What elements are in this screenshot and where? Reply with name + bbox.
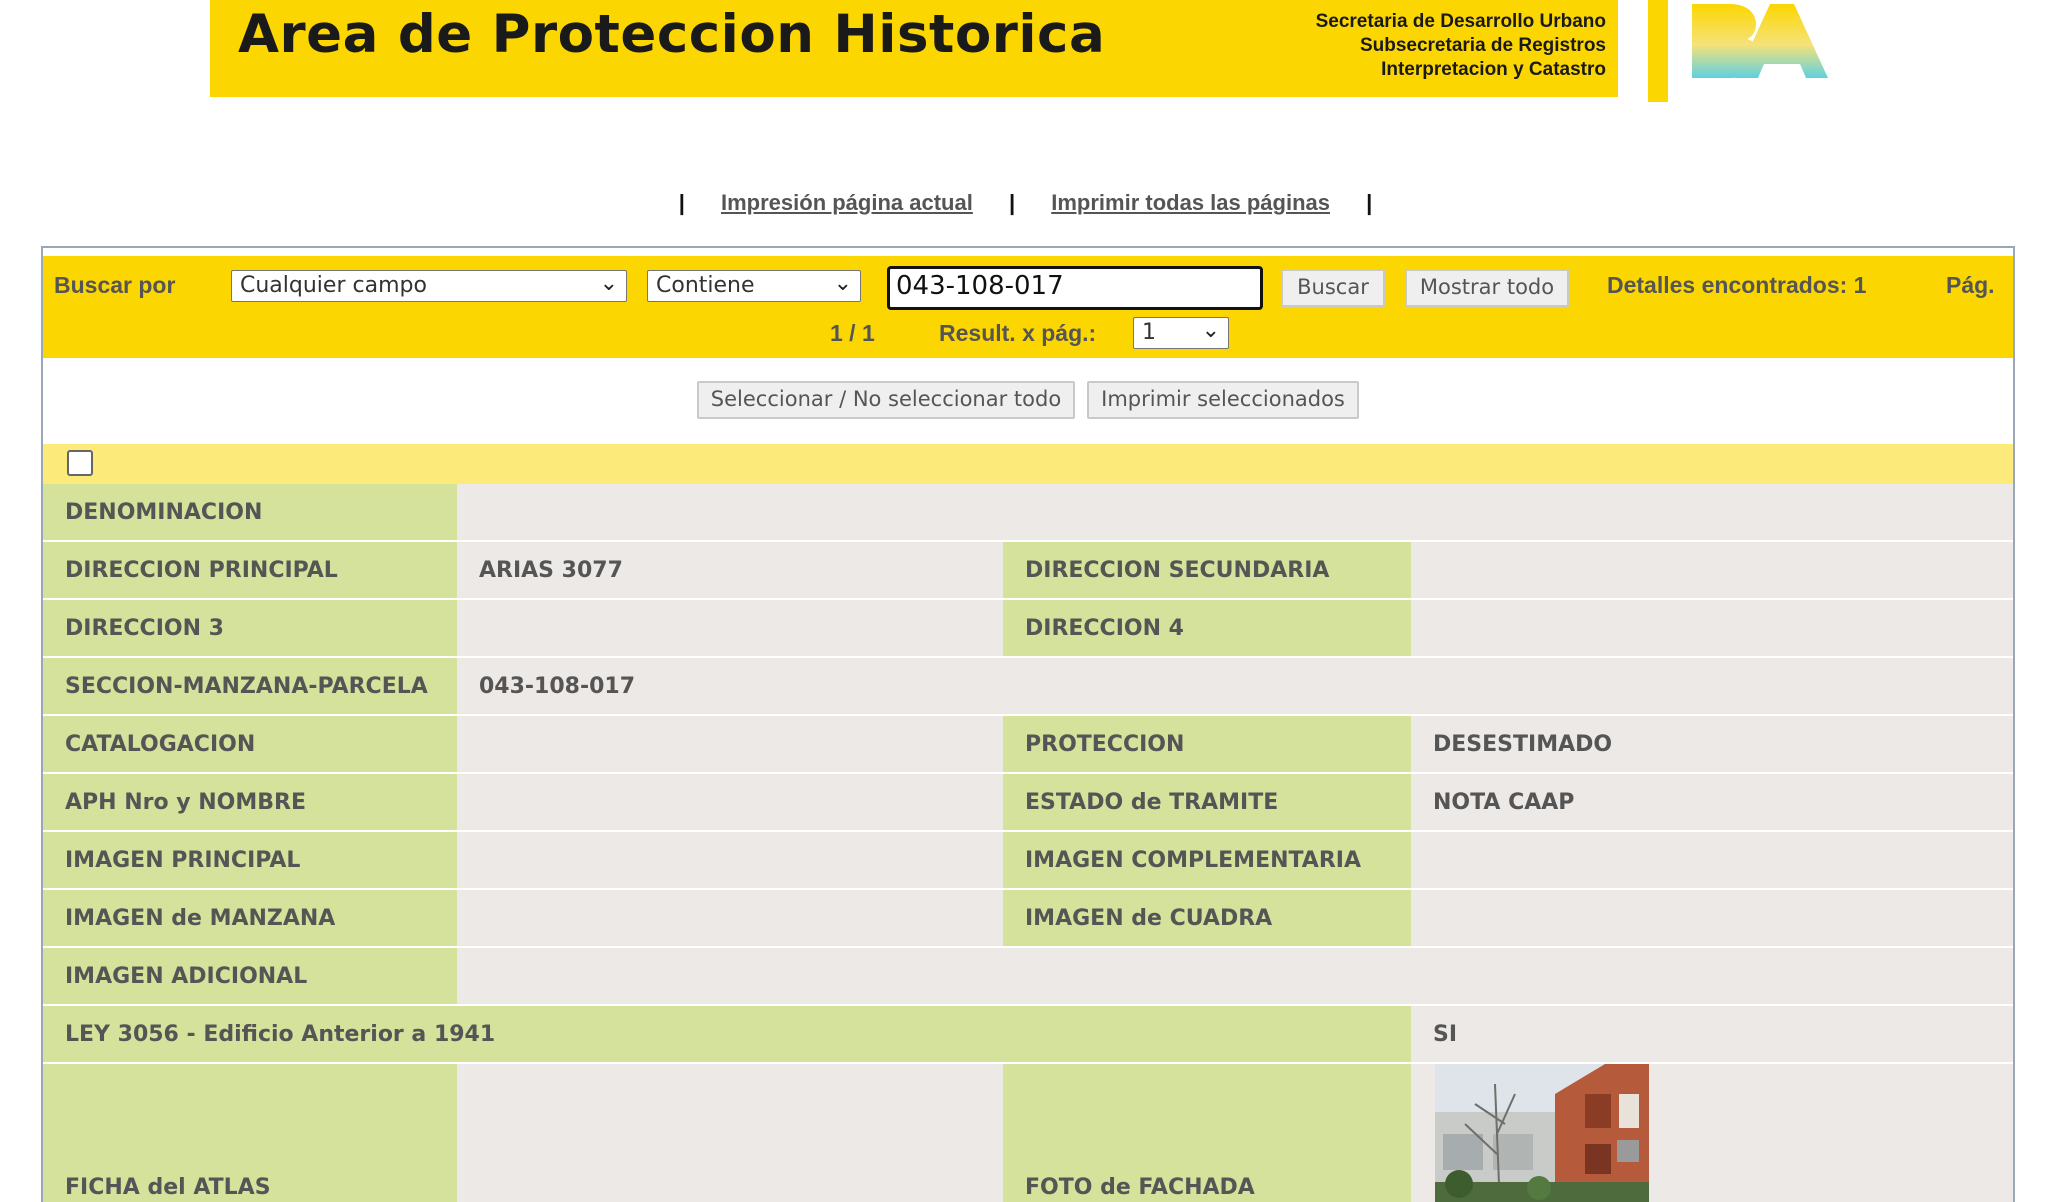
ficha-atlas-label: FICHA del ATLAS (43, 1064, 457, 1202)
per-page-select[interactable]: 1 ⌄ (1133, 317, 1229, 349)
ba-logo (1692, 4, 1828, 78)
catalogacion-label: CATALOGACION (43, 716, 457, 772)
smp-label: SECCION-MANZANA-PARCELA (43, 658, 457, 714)
direccion-principal-value: ARIAS 3077 (457, 542, 1003, 598)
direccion-3-label: DIRECCION 3 (43, 600, 457, 656)
proteccion-label: PROTECCION (1003, 716, 1411, 772)
ley-3056-label: LEY 3056 - Edificio Anterior a 1941 (43, 1006, 1411, 1062)
operator-select-value: Contiene (656, 273, 755, 298)
chevron-down-icon: ⌄ (1201, 318, 1220, 343)
search-by-label: Buscar por (54, 272, 176, 298)
direccion-3-value (457, 600, 1003, 656)
imagen-complementaria-value (1411, 832, 2013, 888)
aph-label: APH Nro y NOMBRE (43, 774, 457, 830)
imagen-cuadra-value (1411, 890, 2013, 946)
direccion-principal-label: DIRECCION PRINCIPAL (43, 542, 457, 598)
print-all-pages-link[interactable]: Imprimir todas las páginas (1051, 190, 1330, 215)
subtitle-line-1: Secretaria de Desarrollo Urbano (1315, 11, 1606, 32)
print-selected-button[interactable]: Imprimir seleccionados (1087, 381, 1359, 419)
search-bar: Buscar por Cualquier campo ⌄ Contiene ⌄ … (43, 256, 2013, 358)
direccion-4-label: DIRECCION 4 (1003, 600, 1411, 656)
link-separator: | (678, 190, 685, 215)
direccion-secundaria-label: DIRECCION SECUNDARIA (1003, 542, 1411, 598)
field-select-value: Cualquier campo (240, 273, 427, 298)
ficha-atlas-value (457, 1064, 1003, 1202)
imagen-principal-label: IMAGEN PRINCIPAL (43, 832, 457, 888)
record-header-row (43, 444, 2013, 484)
operator-select[interactable]: Contiene ⌄ (647, 270, 861, 302)
imagen-complementaria-label: IMAGEN COMPLEMENTARIA (1003, 832, 1411, 888)
search-input[interactable]: 043-108-017 (887, 266, 1263, 310)
imagen-cuadra-label: IMAGEN de CUADRA (1003, 890, 1411, 946)
estado-tramite-label: ESTADO de TRAMITE (1003, 774, 1411, 830)
logo-divider (1648, 0, 1668, 102)
subtitle-line-2: Subsecretaria de Registros (1359, 35, 1606, 56)
imagen-principal-value (457, 832, 1003, 888)
denominacion-label: DENOMINACION (43, 484, 457, 540)
proteccion-value: DESESTIMADO (1411, 716, 2013, 772)
page-title: Area de Proteccion Historica (238, 4, 1106, 65)
header-banner: Area de Proteccion Historica Secretaria … (210, 0, 1618, 97)
denominacion-value (457, 484, 2013, 540)
results-panel: Buscar por Cualquier campo ⌄ Contiene ⌄ … (41, 246, 2015, 1202)
per-page-label: Result. x pág.: (939, 320, 1097, 346)
chevron-down-icon: ⌄ (599, 271, 618, 296)
header-subtitle: Secretaria de Desarrollo Urbano Subsecre… (1316, 10, 1606, 82)
aph-value (457, 774, 1003, 830)
select-all-button[interactable]: Seleccionar / No seleccionar todo (697, 381, 1075, 419)
chevron-down-icon: ⌄ (833, 271, 852, 296)
facade-photo-thumbnail[interactable] (1435, 1064, 1649, 1202)
imagen-manzana-label: IMAGEN de MANZANA (43, 890, 457, 946)
found-count: Detalles encontrados: 1 (1607, 272, 1867, 298)
page-label: Pág. (1946, 272, 1995, 298)
ley-3056-value: SI (1411, 1006, 2013, 1062)
per-page-value: 1 (1142, 320, 1156, 345)
direccion-4-value (1411, 600, 2013, 656)
pagination: 1 / 1 (830, 320, 875, 346)
direccion-secundaria-value (1411, 542, 2013, 598)
field-select[interactable]: Cualquier campo ⌄ (231, 270, 627, 302)
link-separator: | (1008, 190, 1016, 215)
estado-tramite-value: NOTA CAAP (1411, 774, 2013, 830)
show-all-button[interactable]: Mostrar todo (1405, 269, 1569, 307)
print-current-page-link[interactable]: Impresión página actual (721, 190, 973, 215)
search-button[interactable]: Buscar (1281, 269, 1385, 307)
foto-fachada-label: FOTO de FACHADA (1003, 1064, 1411, 1202)
imagen-manzana-value (457, 890, 1003, 946)
record-checkbox[interactable] (67, 450, 93, 476)
imagen-adicional-value (457, 948, 2013, 1004)
link-separator: | (1366, 190, 1373, 215)
imagen-adicional-label: IMAGEN ADICIONAL (43, 948, 457, 1004)
print-links: | Impresión página actual | Imprimir tod… (0, 190, 2051, 216)
catalogacion-value (457, 716, 1003, 772)
subtitle-line-3: Interpretacion y Catastro (1381, 59, 1606, 80)
smp-value: 043-108-017 (457, 658, 2013, 714)
